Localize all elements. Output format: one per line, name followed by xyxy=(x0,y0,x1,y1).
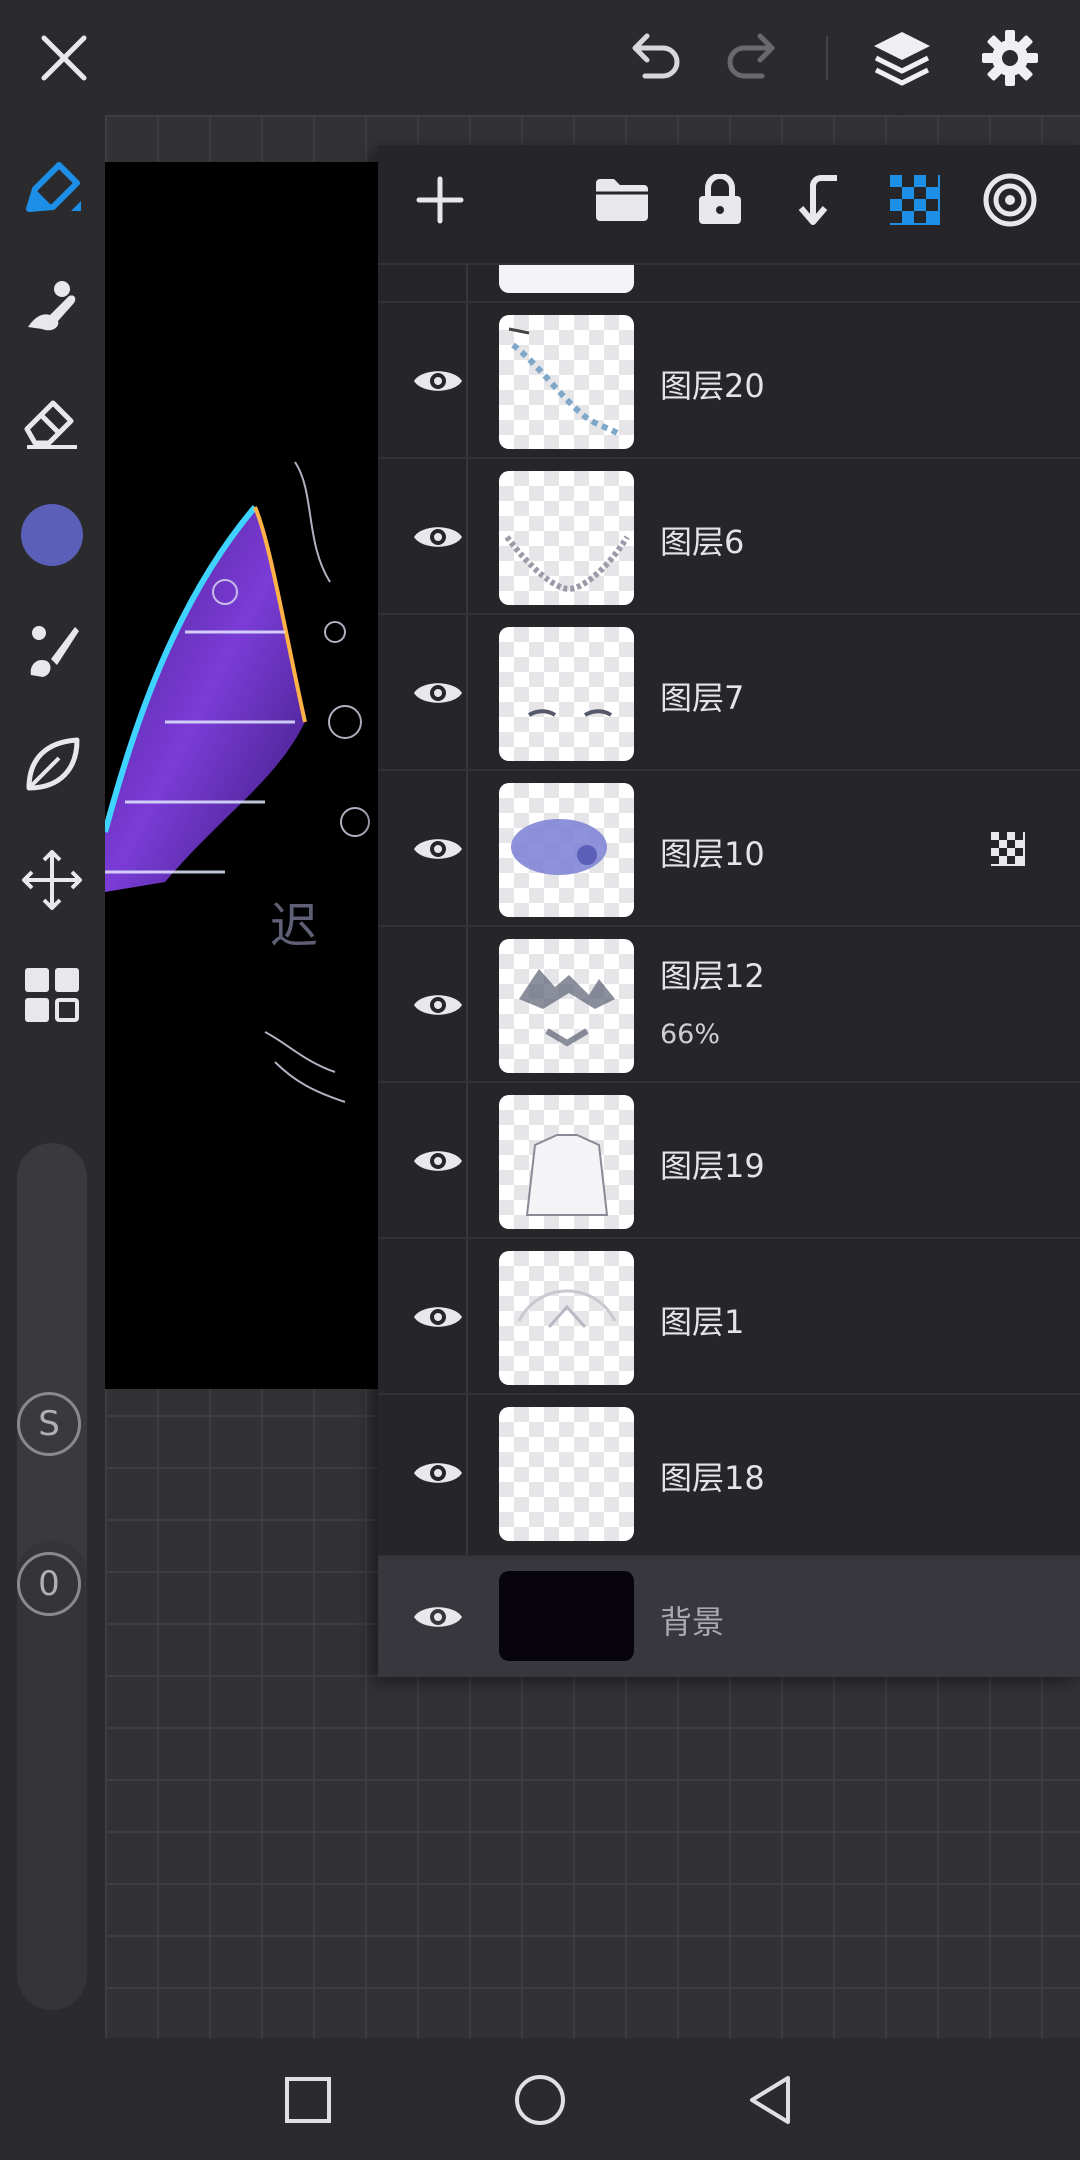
eye-icon[interactable] xyxy=(403,502,473,572)
opacity-slider-badge: 0 xyxy=(17,1552,81,1616)
clipping-mask-icon xyxy=(990,831,1026,871)
system-nav-bar xyxy=(0,2038,1080,2160)
background-layer-name: 背景 xyxy=(660,1603,725,1641)
layer-row-7[interactable]: 图层7 xyxy=(378,613,1080,771)
eye-icon[interactable] xyxy=(403,346,473,416)
undo-icon[interactable] xyxy=(615,18,695,98)
size-slider[interactable] xyxy=(17,1143,87,1603)
eye-icon[interactable] xyxy=(403,658,473,728)
layer-thumbnail xyxy=(499,627,634,761)
recent-apps-icon[interactable] xyxy=(268,2060,348,2140)
layer-row-19[interactable]: 图层19 xyxy=(378,1081,1080,1239)
redo-icon[interactable] xyxy=(712,18,792,98)
eye-icon[interactable] xyxy=(403,1126,473,1196)
eye-icon[interactable] xyxy=(403,1582,473,1652)
eraser-icon[interactable] xyxy=(12,380,92,460)
color-swatch[interactable] xyxy=(12,495,92,575)
lock-icon[interactable] xyxy=(685,165,755,235)
layers-panel: 图层20 图层6 图层7 图层10 图层12 66% 图层19 图层1 图层18… xyxy=(378,145,1080,1677)
layers-icon[interactable] xyxy=(862,18,942,98)
layer-opacity: 66% xyxy=(660,1019,721,1050)
pen-icon[interactable] xyxy=(12,150,92,230)
size-slider-badge: S xyxy=(17,1392,81,1456)
layer-name: 图层19 xyxy=(660,1147,765,1185)
alpha-lock-icon[interactable] xyxy=(880,165,950,235)
layer-row-1[interactable]: 图层1 xyxy=(378,1237,1080,1395)
layer-name: 图层10 xyxy=(660,835,765,873)
grid-icon[interactable] xyxy=(12,955,92,1035)
move-icon[interactable] xyxy=(12,840,92,920)
eye-icon[interactable] xyxy=(403,814,473,884)
artwork-canvas[interactable]: 迟 xyxy=(105,162,380,1389)
eye-icon[interactable] xyxy=(403,970,473,1040)
blend-icon[interactable] xyxy=(975,165,1045,235)
layers-toolbar xyxy=(378,145,1080,265)
add-layer-icon[interactable] xyxy=(405,165,475,235)
smudge-icon[interactable] xyxy=(12,265,92,345)
list-item[interactable] xyxy=(378,265,1080,301)
leaf-icon[interactable] xyxy=(12,725,92,805)
layer-row-6[interactable]: 图层6 xyxy=(378,457,1080,615)
folder-icon[interactable] xyxy=(587,165,657,235)
close-icon[interactable] xyxy=(24,18,104,98)
layer-row-12[interactable]: 图层12 66% xyxy=(378,925,1080,1083)
layer-name: 图层20 xyxy=(660,367,765,405)
merge-down-icon[interactable] xyxy=(783,165,853,235)
brush-icon[interactable] xyxy=(12,610,92,690)
layer-thumbnail xyxy=(499,783,634,917)
layer-thumbnail xyxy=(499,1407,634,1541)
layer-thumbnail xyxy=(499,1251,634,1385)
layer-thumbnail xyxy=(499,315,634,449)
layer-row-18[interactable]: 图层18 xyxy=(378,1393,1080,1557)
back-icon[interactable] xyxy=(730,2060,810,2140)
eye-icon[interactable] xyxy=(403,1282,473,1352)
layer-name: 图层1 xyxy=(660,1303,745,1341)
layer-name: 图层12 xyxy=(660,957,765,995)
layer-thumbnail xyxy=(499,1095,634,1229)
layer-name: 图层7 xyxy=(660,679,745,717)
layer-thumbnail xyxy=(499,939,634,1073)
top-bar xyxy=(0,0,1080,126)
svg-text:迟: 迟 xyxy=(270,898,318,954)
layer-thumbnail xyxy=(499,471,634,605)
background-layer-row[interactable]: 背景 xyxy=(378,1555,1080,1677)
layer-row-10[interactable]: 图层10 xyxy=(378,769,1080,927)
layer-name: 图层6 xyxy=(660,523,745,561)
eye-icon[interactable] xyxy=(403,1438,473,1508)
home-icon[interactable] xyxy=(500,2060,580,2140)
left-toolbar: S 0 xyxy=(0,115,105,2038)
gear-icon[interactable] xyxy=(970,18,1050,98)
background-thumbnail xyxy=(499,1571,634,1661)
layer-row-20[interactable]: 图层20 xyxy=(378,301,1080,459)
divider xyxy=(826,36,828,80)
layer-name: 图层18 xyxy=(660,1459,765,1497)
